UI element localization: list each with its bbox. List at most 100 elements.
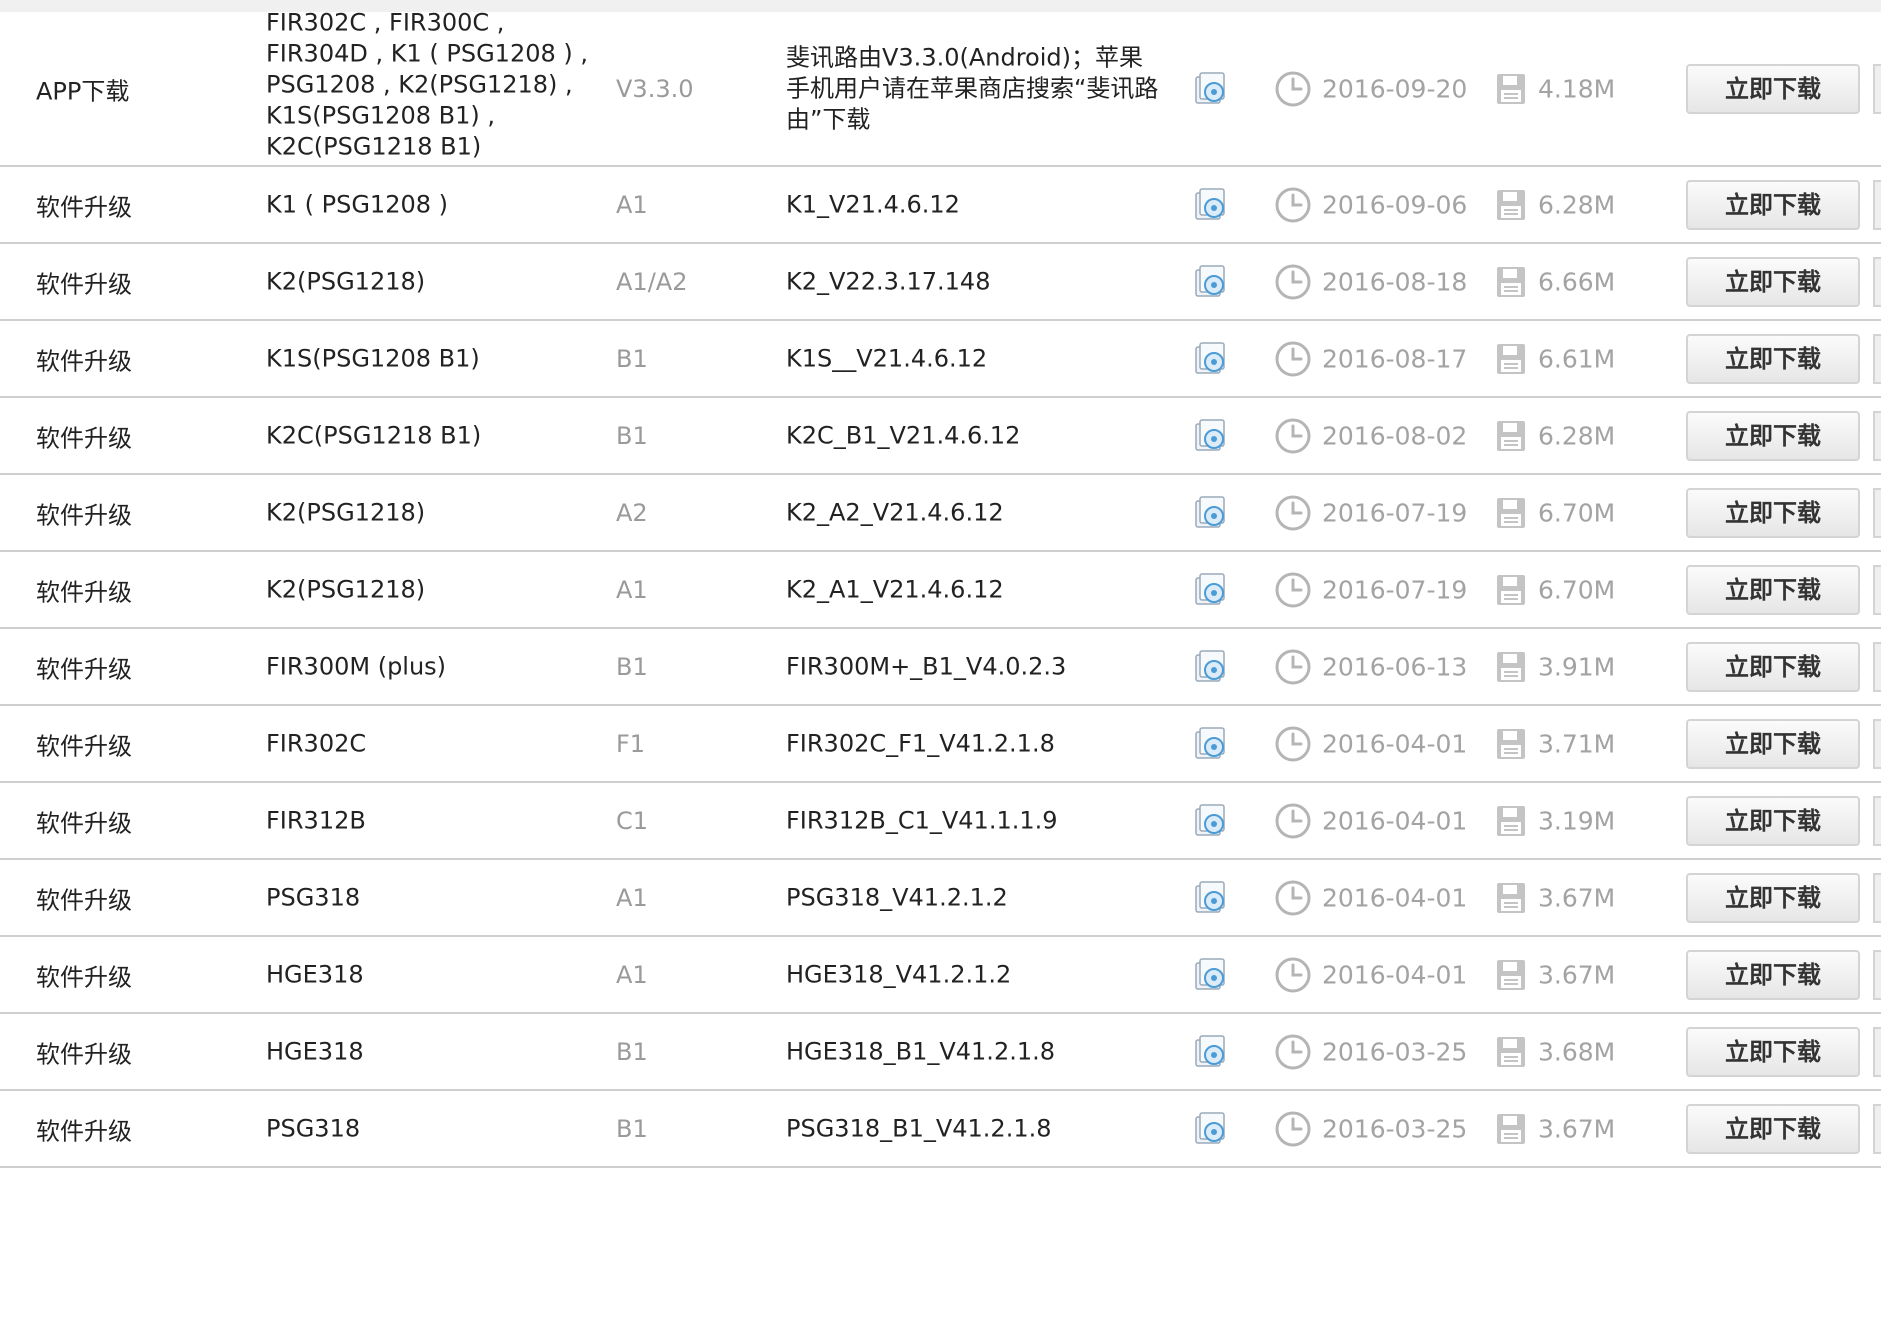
floppy-save-icon: [1495, 881, 1527, 915]
file-size-cell: 6.66M: [1538, 267, 1616, 296]
floppy-save-icon: [1495, 188, 1527, 222]
clock-icon: [1274, 263, 1312, 301]
floppy-save-icon: [1495, 1112, 1527, 1146]
download-button[interactable]: 立即下载: [1686, 872, 1860, 923]
hardware-version-cell: A1: [616, 575, 648, 604]
clock-icon: [1274, 1110, 1312, 1148]
model-cell: K1S(PSG1208 B1): [266, 344, 480, 372]
file-size-cell: 3.91M: [1538, 652, 1616, 681]
table-row: 软件升级 K2(PSG1218) A1 K2_A1_V21.4.6.12 201…: [0, 552, 1881, 629]
hardware-version-cell: B1: [616, 1037, 648, 1066]
software-version-cell: 斐讯路由V3.3.0(Android)；苹果手机用户请在苹果商店搜索“斐讯路由”…: [786, 43, 1159, 133]
software-version-cell: K2C_B1_V21.4.6.12: [786, 421, 1021, 449]
type-cell: 软件升级: [36, 655, 132, 683]
type-cell: 软件升级: [36, 732, 132, 760]
type-cell: 软件升级: [36, 809, 132, 837]
disk-install-icon: [1193, 187, 1229, 223]
table-row: 软件升级 FIR312B C1 FIR312B_C1_V41.1.1.9 201…: [0, 783, 1881, 860]
floppy-save-icon: [1495, 573, 1527, 607]
table-row: 软件升级 K2C(PSG1218 B1) B1 K2C_B1_V21.4.6.1…: [0, 398, 1881, 475]
model-cell: FIR312B: [266, 806, 366, 834]
edge-button[interactable]: [1873, 256, 1881, 307]
download-button[interactable]: 立即下载: [1686, 564, 1860, 615]
hardware-version-cell: A1: [616, 190, 648, 219]
model-cell: FIR300M (plus): [266, 652, 447, 680]
type-cell: 软件升级: [36, 193, 132, 221]
edge-button[interactable]: [1873, 949, 1881, 1000]
file-size-cell: 6.70M: [1538, 498, 1616, 527]
date-cell: 2016-04-01: [1322, 960, 1468, 989]
date-cell: 2016-06-13: [1322, 652, 1468, 681]
file-size-cell: 4.18M: [1538, 74, 1616, 103]
type-cell: 软件升级: [36, 1040, 132, 1068]
model-cell: K2(PSG1218): [266, 267, 426, 295]
software-version-cell: PSG318_V41.2.1.2: [786, 883, 1008, 911]
file-size-cell: 6.28M: [1538, 421, 1616, 450]
type-cell: 软件升级: [36, 424, 132, 452]
file-size-cell: 3.67M: [1538, 1114, 1616, 1143]
edge-button[interactable]: [1873, 487, 1881, 538]
date-cell: 2016-04-01: [1322, 729, 1468, 758]
edge-button[interactable]: [1873, 564, 1881, 615]
date-cell: 2016-03-25: [1322, 1037, 1468, 1066]
floppy-save-icon: [1495, 419, 1527, 453]
download-button[interactable]: 立即下载: [1686, 949, 1860, 1000]
download-button[interactable]: 立即下载: [1686, 718, 1860, 769]
floppy-save-icon: [1495, 727, 1527, 761]
software-version-cell: K2_A2_V21.4.6.12: [786, 498, 1004, 526]
download-button[interactable]: 立即下载: [1686, 795, 1860, 846]
type-cell: 软件升级: [36, 886, 132, 914]
date-cell: 2016-03-25: [1322, 1114, 1468, 1143]
edge-button[interactable]: [1873, 63, 1881, 114]
download-button[interactable]: 立即下载: [1686, 641, 1860, 692]
edge-button[interactable]: [1873, 1026, 1881, 1077]
table-row: APP下载 FIR302C , FIR300C , FIR304D , K1 (…: [0, 8, 1881, 167]
table-row: 软件升级 HGE318 B1 HGE318_B1_V41.2.1.8 2016-…: [0, 1014, 1881, 1091]
table-row: 软件升级 K2(PSG1218) A2 K2_A2_V21.4.6.12 201…: [0, 475, 1881, 552]
model-cell: FIR302C: [266, 729, 367, 757]
type-cell: APP下载: [36, 77, 130, 105]
download-button[interactable]: 立即下载: [1686, 63, 1860, 114]
clock-icon: [1274, 879, 1312, 917]
download-button[interactable]: 立即下载: [1686, 179, 1860, 230]
edge-button[interactable]: [1873, 718, 1881, 769]
download-button[interactable]: 立即下载: [1686, 1103, 1860, 1154]
model-cell: FIR302C , FIR300C , FIR304D , K1 ( PSG12…: [266, 8, 588, 160]
edge-button[interactable]: [1873, 795, 1881, 846]
edge-button[interactable]: [1873, 641, 1881, 692]
table-row: 软件升级 PSG318 B1 PSG318_B1_V41.2.1.8 2016-…: [0, 1091, 1881, 1168]
disk-install-icon: [1193, 803, 1229, 839]
floppy-save-icon: [1495, 342, 1527, 376]
table-row: 软件升级 FIR300M (plus) B1 FIR300M+_B1_V4.0.…: [0, 629, 1881, 706]
date-cell: 2016-07-19: [1322, 498, 1468, 527]
date-cell: 2016-08-02: [1322, 421, 1468, 450]
edge-button[interactable]: [1873, 872, 1881, 923]
edge-button[interactable]: [1873, 179, 1881, 230]
table-row: 软件升级 K2(PSG1218) A1/A2 K2_V22.3.17.148 2…: [0, 244, 1881, 321]
table-row: 软件升级 K1S(PSG1208 B1) B1 K1S__V21.4.6.12 …: [0, 321, 1881, 398]
floppy-save-icon: [1495, 496, 1527, 530]
disk-install-icon: [1193, 1034, 1229, 1070]
edge-button[interactable]: [1873, 1103, 1881, 1154]
file-size-cell: 6.70M: [1538, 575, 1616, 604]
download-button[interactable]: 立即下载: [1686, 1026, 1860, 1077]
clock-icon: [1274, 1033, 1312, 1071]
disk-install-icon: [1193, 264, 1229, 300]
edge-button[interactable]: [1873, 410, 1881, 461]
hardware-version-cell: A1: [616, 883, 648, 912]
hardware-version-cell: A1: [616, 960, 648, 989]
download-button[interactable]: 立即下载: [1686, 410, 1860, 461]
disk-install-icon: [1193, 957, 1229, 993]
disk-install-icon: [1193, 726, 1229, 762]
download-button[interactable]: 立即下载: [1686, 487, 1860, 538]
download-button[interactable]: 立即下载: [1686, 333, 1860, 384]
download-button[interactable]: 立即下载: [1686, 256, 1860, 307]
date-cell: 2016-04-01: [1322, 806, 1468, 835]
edge-button[interactable]: [1873, 333, 1881, 384]
clock-icon: [1274, 725, 1312, 763]
floppy-save-icon: [1495, 650, 1527, 684]
software-version-cell: HGE318_B1_V41.2.1.8: [786, 1037, 1056, 1065]
date-cell: 2016-04-01: [1322, 883, 1468, 912]
disk-install-icon: [1193, 880, 1229, 916]
file-size-cell: 3.67M: [1538, 883, 1616, 912]
